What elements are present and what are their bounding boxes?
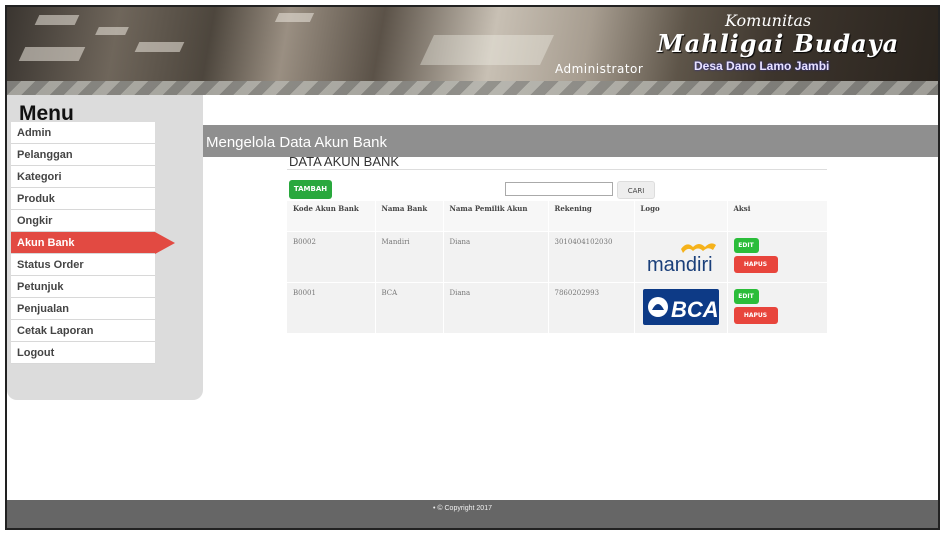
delete-button[interactable]: HAPUS bbox=[733, 306, 778, 324]
sidebar: Menu Admin Pelanggan Kategori Produk Ong… bbox=[7, 95, 203, 400]
column-header: Kode Akun Bank bbox=[287, 201, 376, 231]
cell-aksi: EDIT HAPUS bbox=[727, 230, 828, 282]
cell-kode: B0002 bbox=[287, 230, 376, 282]
table-row: B0001 BCA Diana 7860202993 BCA EDIT HAPU… bbox=[287, 281, 828, 333]
banner-stripe bbox=[7, 81, 938, 95]
sidebar-item-produk[interactable]: Produk bbox=[11, 188, 155, 210]
mandiri-logo-icon: mandiri bbox=[647, 242, 716, 276]
bank-account-table: Kode Akun Bank Nama Bank Nama Pemilik Ak… bbox=[287, 201, 828, 333]
footer: • © Copyright 2017 bbox=[7, 500, 938, 528]
search-input[interactable] bbox=[505, 182, 613, 196]
column-header: Nama Bank bbox=[375, 201, 444, 231]
table-row: B0002 Mandiri Diana 3010404102030 mandir… bbox=[287, 230, 828, 282]
menu-list: Admin Pelanggan Kategori Produk Ongkir A… bbox=[11, 122, 175, 364]
cell-pemilik: Diana bbox=[443, 281, 549, 333]
footer-copyright: • © Copyright 2017 bbox=[433, 505, 492, 512]
column-header: Rekening bbox=[548, 201, 635, 231]
bca-logo-text: BCA bbox=[671, 297, 719, 322]
cell-pemilik: Diana bbox=[443, 230, 549, 282]
banner-decor bbox=[134, 42, 185, 52]
column-header: Nama Pemilik Akun bbox=[443, 201, 549, 231]
banner-decor bbox=[95, 27, 129, 35]
edit-button[interactable]: EDIT bbox=[733, 288, 759, 304]
section-divider bbox=[287, 169, 827, 170]
sidebar-item-logout[interactable]: Logout bbox=[11, 342, 155, 364]
cell-bank: Mandiri bbox=[375, 230, 444, 282]
brand-line-2: Mahligai Budaya bbox=[657, 29, 900, 58]
delete-button[interactable]: HAPUS bbox=[733, 255, 778, 273]
page-title-bar: Mengelola Data Akun Bank bbox=[203, 125, 938, 157]
sidebar-item-pelanggan[interactable]: Pelanggan bbox=[11, 144, 155, 166]
table-header-row: Kode Akun Bank Nama Bank Nama Pemilik Ak… bbox=[287, 201, 828, 231]
cell-kode: B0001 bbox=[287, 281, 376, 333]
sidebar-item-cetak-laporan[interactable]: Cetak Laporan bbox=[11, 320, 155, 342]
header-banner: Administrator Komunitas Mahligai Budaya … bbox=[7, 7, 938, 95]
banner-decor bbox=[34, 15, 80, 25]
section-title: DATA AKUN BANK bbox=[289, 154, 400, 169]
add-button[interactable]: TAMBAH bbox=[289, 180, 332, 199]
mandiri-logo-text: mandiri bbox=[647, 254, 713, 276]
cell-aksi: EDIT HAPUS bbox=[727, 281, 828, 333]
page-title: Mengelola Data Akun Bank bbox=[206, 134, 387, 151]
sidebar-item-admin[interactable]: Admin bbox=[11, 122, 155, 144]
sidebar-item-petunjuk[interactable]: Petunjuk bbox=[11, 276, 155, 298]
sidebar-item-akun-bank[interactable]: Akun Bank bbox=[11, 232, 175, 254]
brand-line-1: Komunitas bbox=[725, 11, 812, 30]
banner-decor bbox=[274, 13, 315, 22]
sidebar-item-penjualan[interactable]: Penjualan bbox=[11, 298, 155, 320]
brand-line-3: Desa Dano Lamo Jambi bbox=[694, 59, 830, 73]
column-header: Aksi bbox=[727, 201, 828, 231]
sidebar-item-ongkir[interactable]: Ongkir bbox=[11, 210, 155, 232]
banner-decor bbox=[420, 35, 554, 65]
cell-rekening: 7860202993 bbox=[548, 281, 635, 333]
admin-label: Administrator bbox=[555, 62, 644, 76]
cell-logo: mandiri bbox=[634, 230, 728, 282]
cell-logo: BCA bbox=[634, 281, 728, 333]
sidebar-item-kategori[interactable]: Kategori bbox=[11, 166, 155, 188]
banner-decor bbox=[18, 47, 86, 61]
cell-bank: BCA bbox=[375, 281, 444, 333]
column-header: Logo bbox=[634, 201, 728, 231]
search-button[interactable]: CARI bbox=[617, 181, 655, 199]
edit-button[interactable]: EDIT bbox=[733, 237, 759, 253]
app-window: Administrator Komunitas Mahligai Budaya … bbox=[5, 5, 940, 530]
bca-logo-icon: BCA bbox=[642, 288, 719, 325]
sidebar-item-status-order[interactable]: Status Order bbox=[11, 254, 155, 276]
cell-rekening: 3010404102030 bbox=[548, 230, 635, 282]
